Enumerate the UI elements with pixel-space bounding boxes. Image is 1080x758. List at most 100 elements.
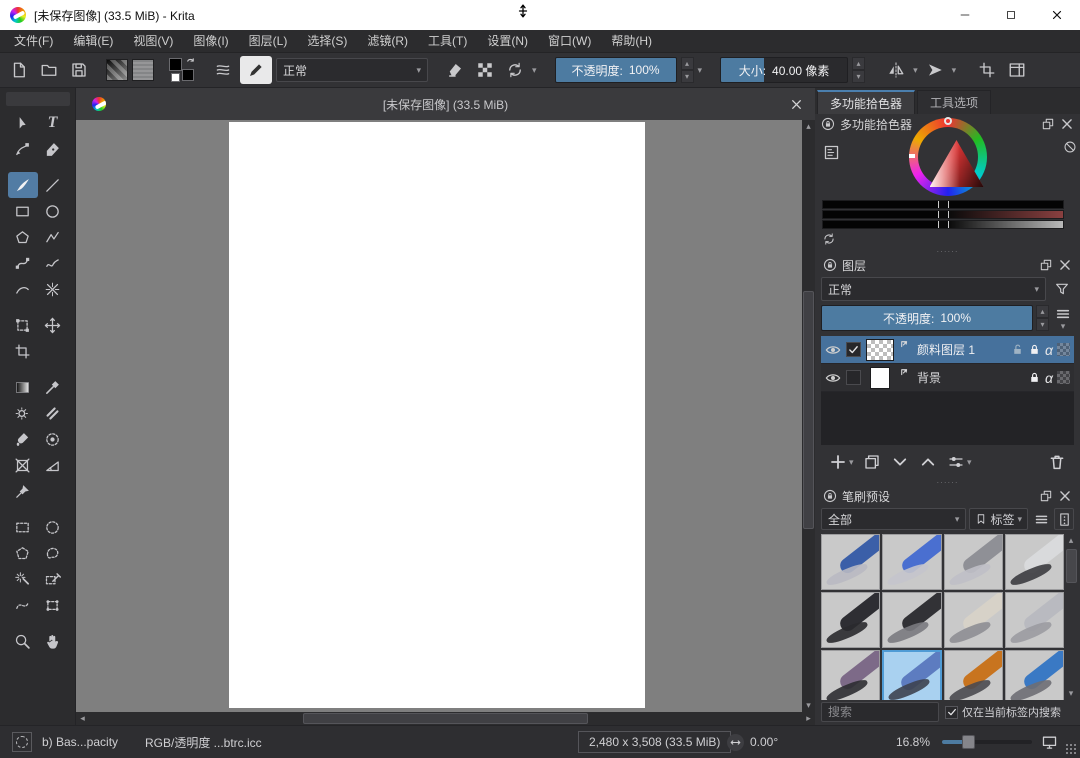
tool-button[interactable] xyxy=(8,478,38,504)
menu-item[interactable]: 窗口(W) xyxy=(538,30,601,52)
layer-checkbox[interactable] xyxy=(846,342,861,357)
tool-button[interactable] xyxy=(8,426,38,452)
layer-thumbnail[interactable] xyxy=(866,339,894,361)
menu-item[interactable]: 图像(I) xyxy=(183,30,238,52)
layer-filter-button[interactable] xyxy=(1050,277,1074,301)
tool-button[interactable] xyxy=(38,198,68,224)
size-spinner[interactable]: ▴▾ xyxy=(852,57,865,83)
menu-item[interactable]: 图层(L) xyxy=(239,30,298,52)
eraser-mode-button[interactable] xyxy=(442,57,468,83)
float-docker-icon[interactable] xyxy=(1039,258,1053,272)
layer-checkbox[interactable] xyxy=(846,370,861,385)
alpha-lock-icon[interactable]: α xyxy=(1045,371,1053,385)
brush-preset-tile[interactable] xyxy=(1005,534,1064,590)
tool-button[interactable] xyxy=(8,592,38,618)
zoom-slider-handle[interactable] xyxy=(962,735,975,749)
tool-button[interactable] xyxy=(8,172,38,198)
scroll-up-icon[interactable]: ▴ xyxy=(802,120,815,133)
workspace-chooser-button[interactable] xyxy=(1004,57,1030,83)
horizontal-scrollbar[interactable]: ◂ ▸ xyxy=(76,712,815,725)
canvas-page[interactable] xyxy=(229,122,645,708)
resize-grip[interactable] xyxy=(1065,743,1078,756)
tool-button[interactable] xyxy=(8,374,38,400)
shade-bar[interactable] xyxy=(822,220,1064,229)
scroll-left-icon[interactable]: ◂ xyxy=(76,712,89,725)
tool-button[interactable] xyxy=(38,514,68,540)
tool-button[interactable] xyxy=(38,566,68,592)
tool-button[interactable] xyxy=(8,136,38,162)
tool-button[interactable] xyxy=(38,136,68,162)
subwindow-close-button[interactable] xyxy=(787,95,805,113)
brush-tip-display-button[interactable] xyxy=(1054,508,1074,530)
subwindow-titlebar[interactable]: [未保存图像] (33.5 MiB) xyxy=(76,88,815,120)
move-layer-down-button[interactable] xyxy=(887,450,913,474)
scroll-down-icon[interactable]: ▾ xyxy=(802,699,815,712)
zoom-level[interactable]: 16.8% xyxy=(896,726,930,758)
float-docker-icon[interactable] xyxy=(1041,117,1055,131)
inherit-alpha-icon[interactable] xyxy=(1057,371,1070,384)
layer-opacity-spinner[interactable]: ▴▾ xyxy=(1036,305,1049,331)
menu-item[interactable]: 帮助(H) xyxy=(601,30,662,52)
vertical-scrollbar[interactable]: ▴ ▾ xyxy=(802,120,815,712)
brush-preset-tile[interactable] xyxy=(944,592,1003,648)
menu-item[interactable]: 文件(F) xyxy=(4,30,63,52)
close-docker-icon[interactable] xyxy=(1058,258,1072,272)
foreground-background-colors[interactable] xyxy=(168,57,196,83)
alpha-lock-icon[interactable]: α xyxy=(1045,343,1053,357)
tool-button[interactable] xyxy=(38,426,68,452)
preset-scroll-track[interactable] xyxy=(1066,547,1077,687)
crop-view-button[interactable] xyxy=(974,57,1000,83)
brush-preset-tile[interactable] xyxy=(821,650,880,700)
wrap-around-button[interactable] xyxy=(922,57,948,83)
spin-up-icon[interactable]: ▴ xyxy=(1036,305,1049,318)
blending-mode-dropdown[interactable]: 正常 ▾ xyxy=(276,58,428,82)
brush-editor-button[interactable] xyxy=(240,56,272,84)
tool-button[interactable] xyxy=(8,250,38,276)
duplicate-layer-button[interactable] xyxy=(859,450,885,474)
layer-options-button[interactable]: ▾ xyxy=(1052,305,1074,331)
gradient-swatch-button[interactable] xyxy=(106,59,128,81)
tool-button[interactable] xyxy=(8,514,38,540)
chevron-down-icon[interactable]: ▾ xyxy=(952,66,957,75)
layer-opacity-slider[interactable]: 不透明度: 100% xyxy=(821,305,1033,331)
hscroll-track[interactable] xyxy=(89,713,802,724)
opacity-slider[interactable]: 不透明度: 100% xyxy=(555,57,677,83)
preset-scroll-thumb[interactable] xyxy=(1066,549,1077,583)
preserve-alpha-button[interactable] xyxy=(472,57,498,83)
tool-button[interactable] xyxy=(38,628,68,654)
menu-item[interactable]: 编辑(E) xyxy=(63,30,123,52)
tool-button[interactable] xyxy=(38,224,68,250)
menu-item[interactable]: 选择(S) xyxy=(297,30,357,52)
close-docker-icon[interactable] xyxy=(1060,117,1074,131)
search-in-tag-checkbox[interactable]: 仅在当前标签内搜索 xyxy=(945,704,1061,720)
layer-thumbnail[interactable] xyxy=(870,367,890,389)
chevron-down-icon[interactable]: ▾ xyxy=(913,66,918,75)
layer-row[interactable]: 背景 α xyxy=(821,364,1074,392)
save-button[interactable] xyxy=(66,57,92,83)
tool-button[interactable] xyxy=(8,312,38,338)
tool-button[interactable] xyxy=(38,400,68,426)
docker-tab[interactable]: 工具选项 xyxy=(917,90,991,114)
layer-blend-mode-dropdown[interactable]: 正常 ▾ xyxy=(821,277,1046,301)
open-button[interactable] xyxy=(36,57,62,83)
spin-up-icon[interactable]: ▴ xyxy=(681,57,694,70)
brush-preset-tile[interactable] xyxy=(882,650,941,700)
swap-colors-icon[interactable] xyxy=(185,57,196,68)
selector-settings-icon[interactable] xyxy=(823,144,840,161)
delete-layer-button[interactable] xyxy=(1044,450,1070,474)
preset-view-options-button[interactable] xyxy=(1031,508,1051,530)
tool-button[interactable] xyxy=(38,540,68,566)
preset-filter-dropdown[interactable]: 全部 ▾ xyxy=(821,508,966,530)
preset-scrollbar[interactable]: ▴ ▾ xyxy=(1064,534,1078,700)
brush-preset-tile[interactable] xyxy=(821,534,880,590)
layer-name[interactable]: 颜料图层 1 xyxy=(917,341,1006,358)
menu-item[interactable]: 设置(N) xyxy=(477,30,538,52)
colorspace-label[interactable]: RGB/透明度 ...btrc.icc xyxy=(145,726,262,758)
brush-preset-tile[interactable] xyxy=(821,592,880,648)
tag-button[interactable]: 标签 ▾ xyxy=(969,508,1028,530)
brush-settings-button[interactable] xyxy=(210,57,236,83)
tool-button[interactable] xyxy=(38,276,68,302)
chevron-down-icon[interactable]: ▾ xyxy=(532,66,537,75)
fit-to-view-button[interactable] xyxy=(1041,726,1058,758)
scroll-down-icon[interactable]: ▾ xyxy=(1069,687,1074,700)
